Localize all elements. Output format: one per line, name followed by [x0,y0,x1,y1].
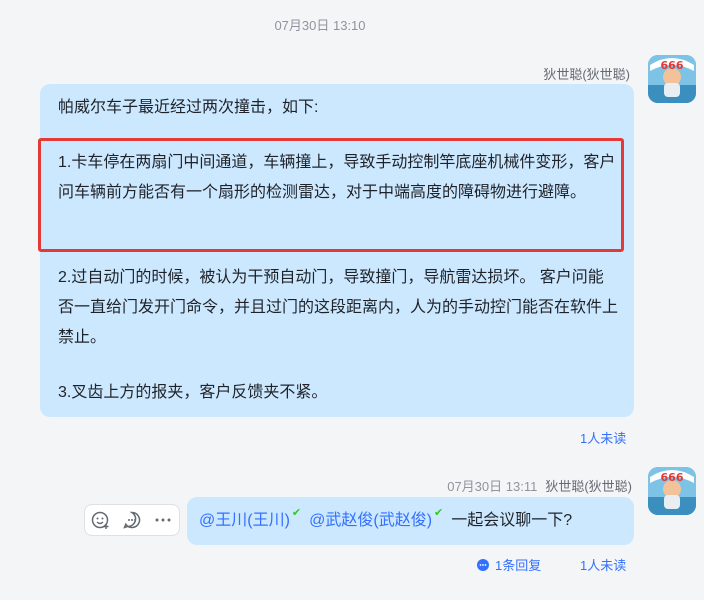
avatar[interactable]: 666 [648,55,696,103]
message-time: 07月30日 13:11 [447,479,538,494]
reply-icon[interactable] [120,508,144,532]
timestamp-divider: 07月30日 13:10 [274,18,366,33]
add-reaction-icon[interactable] [89,508,113,532]
reply-thread-icon [477,558,489,571]
avatar[interactable]: 666 [648,467,696,515]
unread-status[interactable]: 1人未读 [580,555,626,574]
message-paragraph-2: 2.过自动门的时候，被认为干预自动门，导致撞门，导航雷达损坏。 客户问能否一直给… [58,269,619,346]
message-text: 一起会议聊一下? [451,512,573,529]
mention-link[interactable]: @武赵俊(武赵俊) [309,512,432,529]
message-bubble[interactable]: @王川(王川) ✔ @武赵俊(武赵俊) ✔ 一起会议聊一下? [187,497,634,545]
mention-link[interactable]: @王川(王川) [199,512,290,529]
reply-count-label: 1条回复 [495,558,542,573]
avatar-badge-text: 666 [661,59,684,72]
more-options-icon[interactable] [151,508,175,532]
reply-count-link[interactable]: 1条回复 [476,555,541,574]
message-action-bar [84,504,180,536]
message-meta: 07月30日 13:11 狄世聪(狄世聪) [447,476,632,495]
sender-name[interactable]: 狄世聪(狄世聪) [545,479,632,494]
unread-status[interactable]: 1人未读 [580,428,626,447]
highlight-annotation-box [38,138,624,252]
checkmark-icon: ✔ [434,507,444,519]
checkmark-icon: ✔ [291,507,302,519]
message-paragraph-3: 3.叉齿上方的报夹，客户反馈夹不紧。 [58,384,328,401]
message-intro: 帕威尔车子最近经过两次撞击，如下: [58,99,319,116]
sender-name[interactable]: 狄世聪(狄世聪) [543,64,630,83]
avatar-badge-text: 666 [661,471,684,484]
